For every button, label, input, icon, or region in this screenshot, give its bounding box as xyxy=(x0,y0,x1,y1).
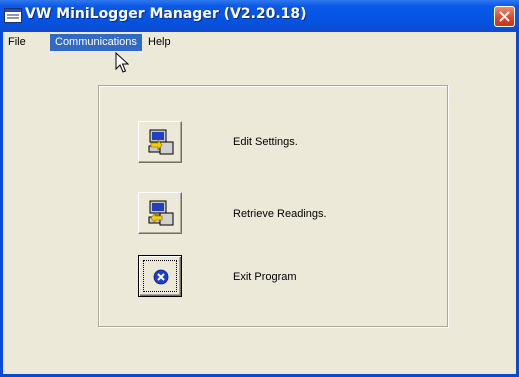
menu-help[interactable]: Help xyxy=(143,34,176,51)
edit-settings-button[interactable] xyxy=(138,121,182,163)
client-area: Edit Settings. Retrieve Readings. Exit P… xyxy=(3,52,516,374)
mouse-cursor-icon xyxy=(115,52,129,73)
window-title: VW MiniLogger Manager (V2.20.18) xyxy=(25,6,307,22)
computer-receive-icon xyxy=(148,200,174,226)
close-button[interactable] xyxy=(494,6,515,27)
app-window: VW MiniLogger Manager (V2.20.18) File Co… xyxy=(0,0,519,377)
menu-communications[interactable]: Communications xyxy=(50,34,142,51)
title-bar[interactable]: VW MiniLogger Manager (V2.20.18) xyxy=(0,0,519,32)
actions-panel: Edit Settings. Retrieve Readings. Exit P… xyxy=(98,85,448,327)
edit-settings-label: Edit Settings. xyxy=(233,136,298,148)
window-icon[interactable] xyxy=(4,8,22,23)
menu-file[interactable]: File xyxy=(3,34,31,51)
retrieve-readings-label: Retrieve Readings. xyxy=(233,208,327,220)
retrieve-readings-button[interactable] xyxy=(138,192,182,234)
exit-program-button[interactable] xyxy=(138,255,182,297)
exit-program-label: Exit Program xyxy=(233,271,297,283)
close-circle-icon xyxy=(153,269,169,285)
menu-bar: File Communications Help xyxy=(3,32,516,52)
close-icon xyxy=(499,11,510,22)
computer-send-icon xyxy=(148,129,174,155)
